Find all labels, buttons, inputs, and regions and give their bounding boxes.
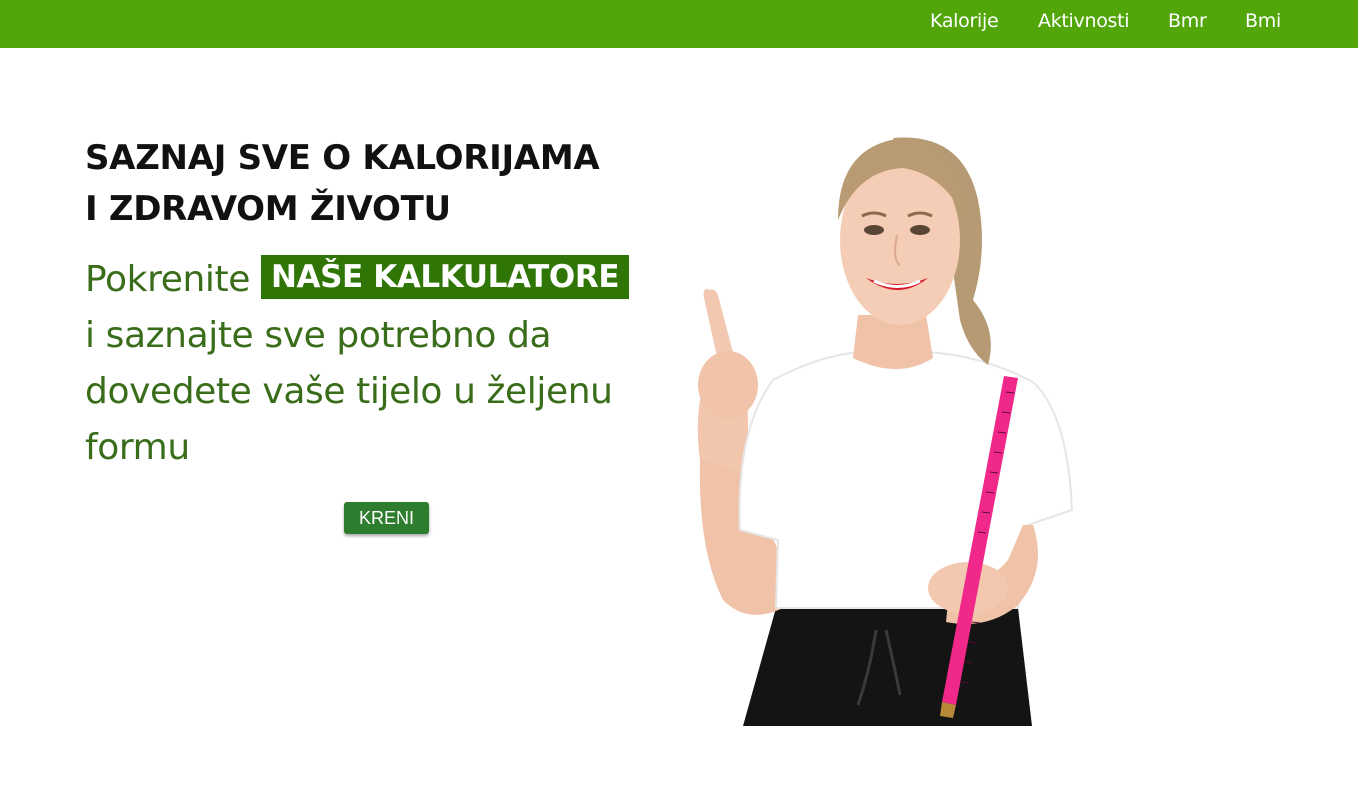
- tagline-start: Pokrenite: [85, 259, 261, 300]
- tagline-highlight: NAŠE KALKULATORE: [260, 255, 630, 299]
- nav-link-bmi[interactable]: Bmi: [1245, 10, 1281, 32]
- woman-illustration: [697, 137, 1074, 726]
- hero-image: [688, 130, 1088, 726]
- tagline-end: i saznajte sve potrebno da dovedete vaše…: [85, 315, 613, 468]
- nav-link-aktivnosti[interactable]: Aktivnosti: [1038, 10, 1130, 32]
- kreni-button[interactable]: KRENI: [344, 502, 429, 534]
- hero-headline: SAZNAJ SVE O KALORIJAMA I ZDRAVOM ŽIVOTU: [85, 133, 645, 235]
- nav-link-bmr[interactable]: Bmr: [1168, 10, 1207, 32]
- nav-link-kalorije[interactable]: Kalorije: [930, 10, 999, 32]
- hero-headline-line2: I ZDRAVOM ŽIVOTU: [85, 189, 451, 229]
- hero-headline-line1: SAZNAJ SVE O KALORIJAMA: [85, 138, 600, 178]
- hero-tagline: Pokrenite NAŠE KALKULATORE i saznajte sv…: [85, 252, 645, 476]
- top-navbar: Kalorije Aktivnosti Bmr Bmi: [0, 0, 1358, 48]
